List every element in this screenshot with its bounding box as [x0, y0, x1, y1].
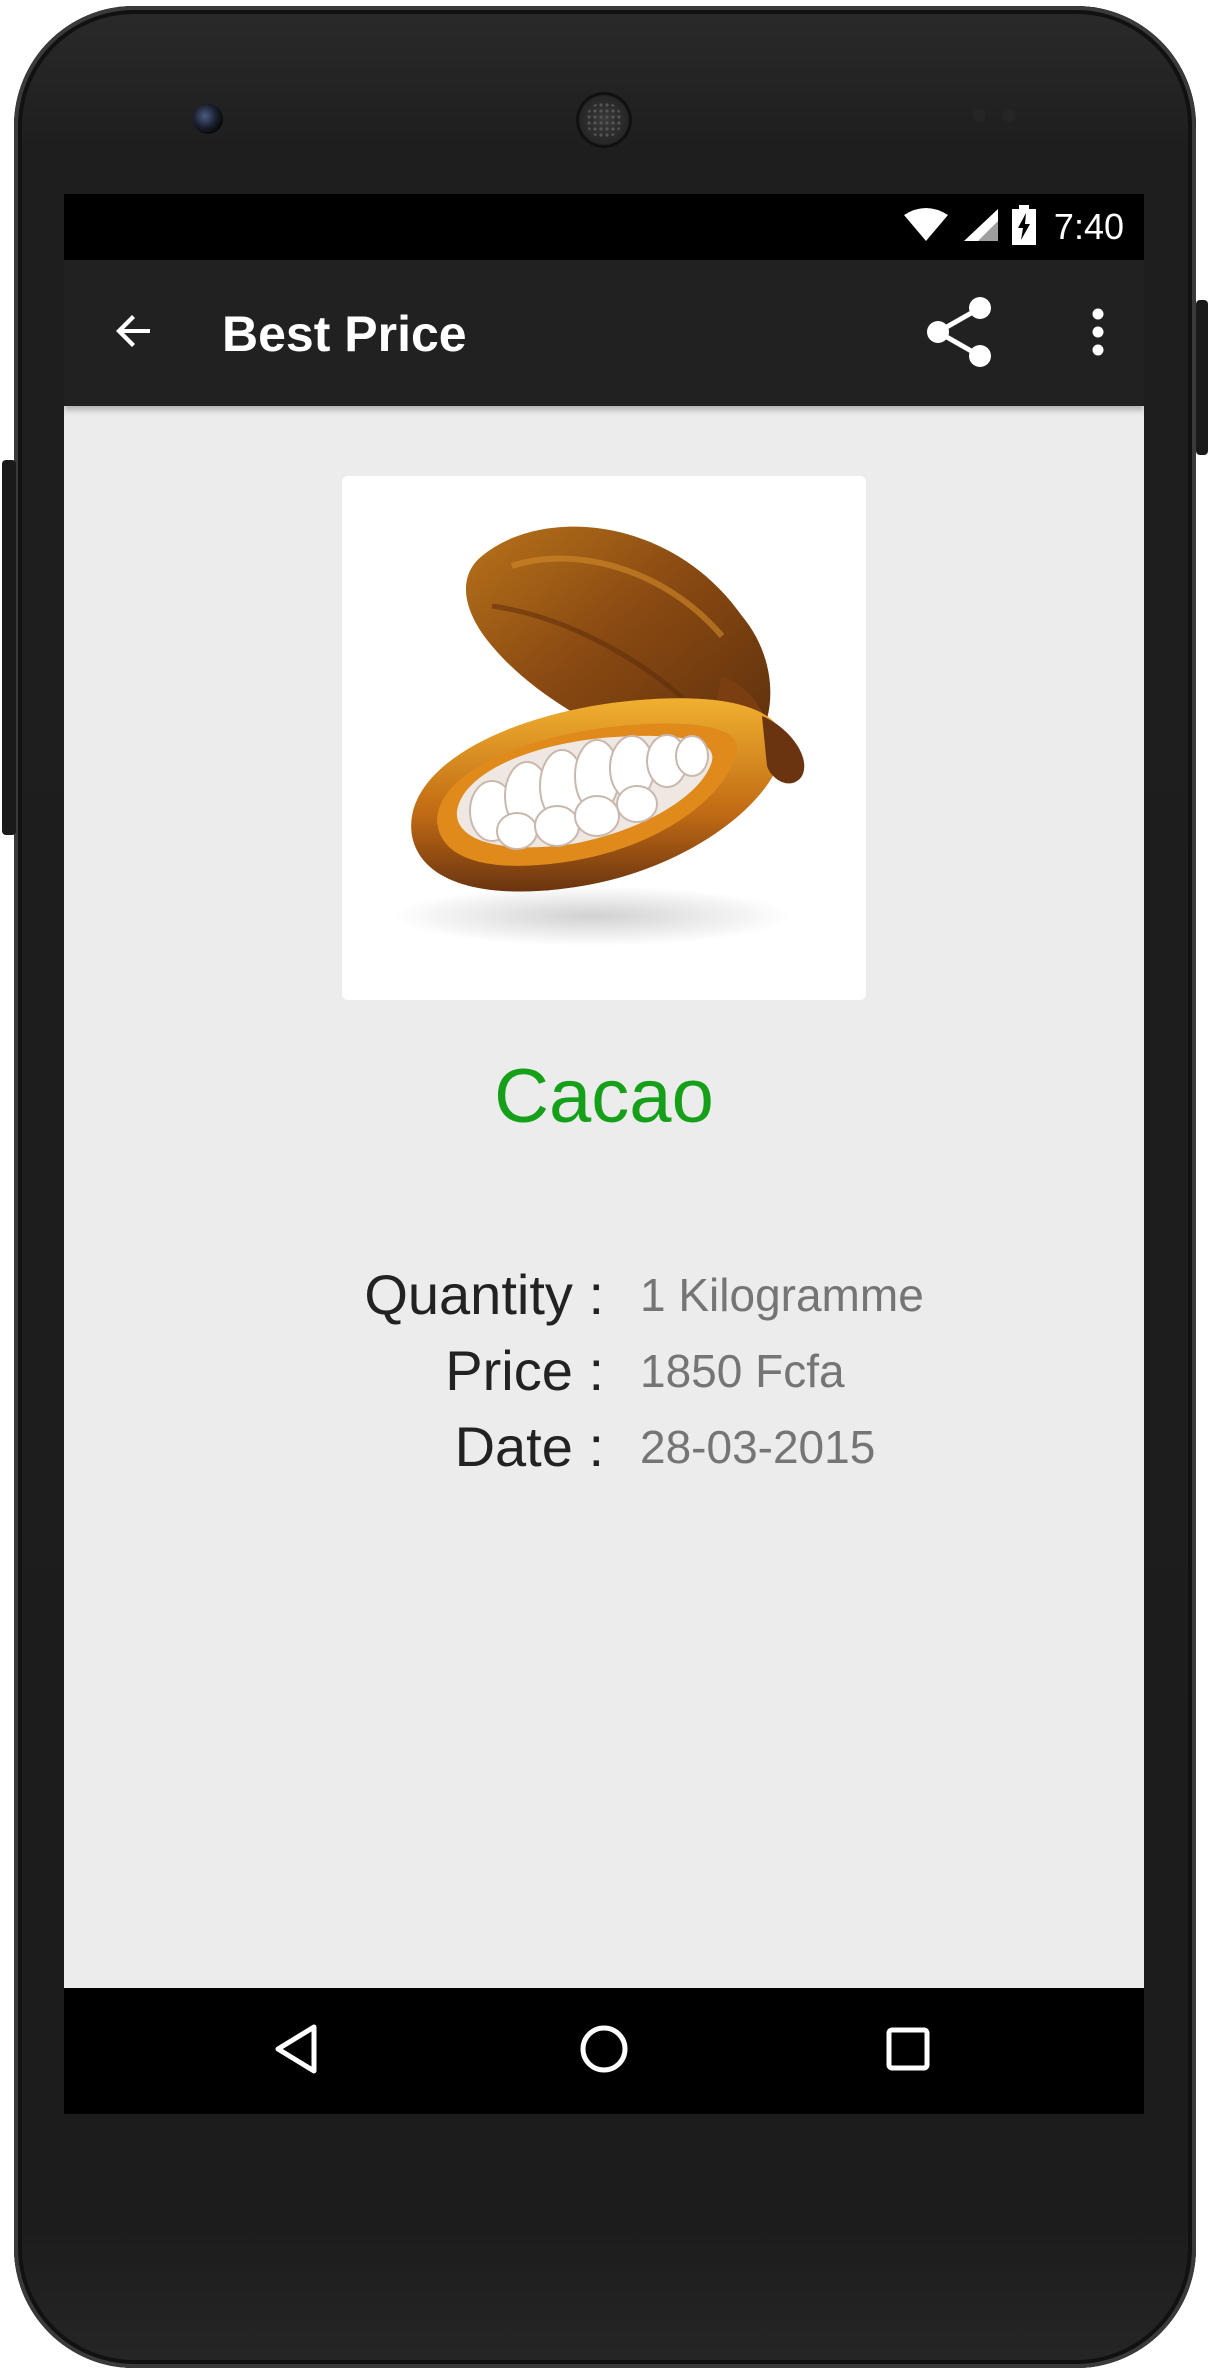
nav-recents-icon	[884, 2025, 932, 2078]
app-bar: Best Price	[64, 260, 1144, 406]
nav-home-button[interactable]	[564, 2016, 644, 2086]
date-value: 28-03-2015	[640, 1421, 876, 1473]
nav-home-icon	[578, 2023, 630, 2080]
front-camera	[193, 104, 223, 134]
earpiece-speaker	[576, 92, 632, 148]
proximity-sensors	[968, 104, 1028, 126]
nav-back-button[interactable]	[256, 2016, 336, 2086]
product-image-card	[342, 476, 866, 1000]
share-button[interactable]	[922, 296, 998, 372]
power-button	[1196, 300, 1208, 455]
price-label: Price :	[445, 1339, 604, 1402]
quantity-value: 1 Kilogramme	[640, 1269, 924, 1321]
quantity-label: Quantity :	[364, 1263, 604, 1326]
cacao-pod-image	[392, 526, 805, 946]
date-label: Date :	[454, 1415, 604, 1478]
back-button[interactable]	[104, 303, 164, 363]
price-row: Price : 1850 Fcfa	[64, 1336, 1144, 1406]
status-bar: 7:40	[64, 194, 1144, 260]
cell-signal-icon	[962, 207, 998, 248]
battery-charging-icon	[1011, 204, 1036, 250]
status-time: 7:40	[1053, 206, 1124, 247]
screen: 7:40 Best Price Cacao Quantity: 1 Kilog…	[64, 194, 1144, 2114]
share-icon	[926, 296, 994, 373]
product-name: Cacao	[494, 1054, 714, 1139]
overflow-menu-icon	[1091, 308, 1105, 361]
price-value: 1850 Fcfa	[640, 1345, 845, 1397]
navigation-bar	[64, 1988, 1144, 2114]
nav-back-icon	[272, 2023, 320, 2080]
nav-recents-button[interactable]	[868, 2016, 948, 2086]
overflow-menu-button[interactable]	[1068, 296, 1128, 372]
quantity-row: Quantity : 1 Kilogramme	[64, 1260, 1144, 1330]
volume-button	[2, 460, 16, 835]
app-title: Best Price	[222, 306, 467, 362]
wifi-icon	[903, 207, 948, 248]
back-arrow-icon	[110, 307, 158, 360]
date-row: Date : 28-03-2015	[64, 1412, 1144, 1482]
